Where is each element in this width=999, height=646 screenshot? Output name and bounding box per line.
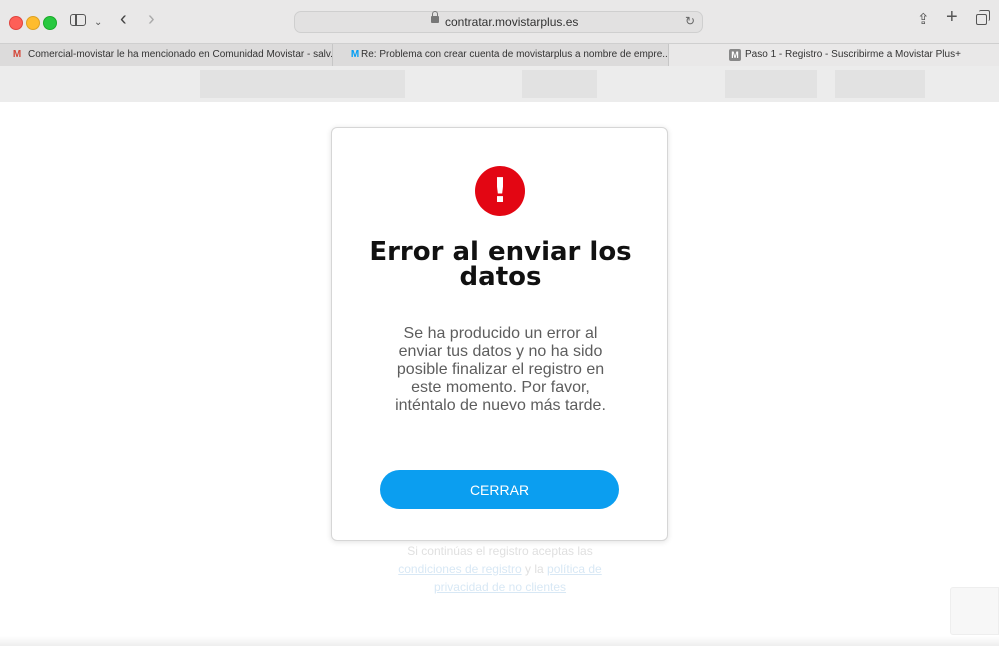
close-button[interactable]: CERRAR <box>380 470 619 509</box>
back-arrow-icon[interactable]: ‹ <box>120 9 127 29</box>
sidebar-toggle-icon[interactable] <box>70 14 86 26</box>
tab-label: Comercial-movistar le ha mencionado en C… <box>28 49 333 60</box>
tab-bar: M Comercial-movistar le ha mencionado en… <box>0 43 999 66</box>
header-block <box>835 70 925 98</box>
terms-link[interactable]: condiciones de registro <box>398 562 521 576</box>
terms-middle: y la <box>525 562 544 576</box>
tab-gmail[interactable]: M Comercial-movistar le ha mencionado en… <box>0 44 333 66</box>
tab-label: Paso 1 - Registro - Suscribirme a Movist… <box>745 49 961 60</box>
movistar-icon: M <box>350 49 360 60</box>
terms-prefix: Si continúas el registro aceptas las <box>407 544 593 558</box>
dialog-title: Error al enviar los datos <box>369 237 632 292</box>
minimize-window-icon[interactable] <box>26 16 40 30</box>
m-icon: M <box>729 49 741 61</box>
page-bottom-shade <box>0 636 999 646</box>
dialog-message: Se ha producido un error al enviar tus d… <box>395 325 606 414</box>
browser-toolbar: ⌄ ‹ › contratar.movistarplus.es ↻ ⇪ + <box>0 0 999 43</box>
error-dialog: ! Error al enviar los datos Se ha produc… <box>331 127 668 541</box>
tab-label: Re: Problema con crear cuenta de movista… <box>361 49 669 60</box>
forward-arrow-icon[interactable]: › <box>148 9 155 29</box>
tab-registro-active[interactable]: M Paso 1 - Registro - Suscribirme a Movi… <box>669 44 999 66</box>
reload-icon[interactable]: ↻ <box>685 14 695 28</box>
chevron-down-icon[interactable]: ⌄ <box>94 15 102 31</box>
tab-community[interactable]: M Re: Problema con crear cuenta de movis… <box>333 44 669 66</box>
address-url: contratar.movistarplus.es <box>445 15 579 29</box>
page-header-dimmed <box>0 66 999 102</box>
recaptcha-badge[interactable] <box>950 587 999 635</box>
lock-icon <box>431 11 439 23</box>
tab-overview-icon[interactable] <box>976 10 990 25</box>
gmail-icon: M <box>12 49 22 60</box>
address-bar[interactable]: contratar.movistarplus.es ↻ <box>294 11 703 33</box>
header-block <box>522 70 597 98</box>
share-icon[interactable]: ⇪ <box>917 12 930 28</box>
header-block <box>725 70 817 98</box>
header-block <box>200 70 405 98</box>
zoom-window-icon[interactable] <box>43 16 57 30</box>
registration-terms-text: Si continúas el registro aceptas las con… <box>380 542 620 596</box>
exclamation-icon: ! <box>475 166 525 216</box>
close-window-icon[interactable] <box>9 16 23 30</box>
new-tab-icon[interactable]: + <box>946 7 958 27</box>
